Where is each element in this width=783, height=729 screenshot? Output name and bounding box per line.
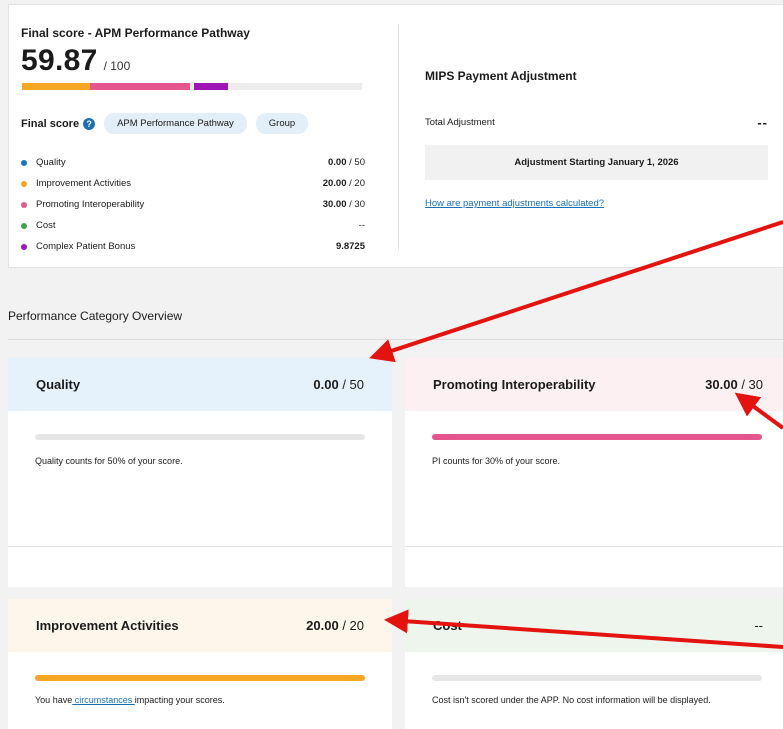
category-name: Promoting Interoperability (36, 199, 145, 210)
score-bar-complex-patient-bonus (194, 83, 228, 90)
quality-progress-bar (35, 434, 365, 440)
pi-card-header: Promoting Interoperability 30.00 / 30 (405, 358, 783, 411)
category-score-list: Quality 0.00 / 50 Improvement Activities… (21, 152, 365, 257)
group-pill: Group (255, 113, 309, 134)
pi-card-score: 30.00 / 30 (705, 377, 763, 392)
cost-card-description: Cost isn't scored under the APP. No cost… (432, 695, 711, 705)
category-score: 20.00 / 20 (322, 178, 365, 189)
pi-card-footer-divider (405, 546, 783, 547)
ia-card-score: 20.00 / 20 (306, 618, 364, 633)
category-row-cost: Cost -- (21, 215, 365, 236)
ia-card-title: Improvement Activities (36, 618, 179, 633)
cost-dot (21, 222, 27, 229)
final-score-line: 59.87 / 100 (21, 44, 130, 78)
pi-card-description: PI counts for 30% of your score. (432, 456, 561, 466)
category-row-improvement-activities: Improvement Activities 20.00 / 20 (21, 173, 365, 194)
final-score-value: 59.87 (21, 44, 98, 77)
mips-title: MIPS Payment Adjustment (425, 69, 577, 83)
final-score-row: Final score ? APM Performance Pathway Gr… (21, 113, 317, 134)
category-name: Quality (36, 157, 66, 168)
category-name: Cost (36, 220, 56, 231)
promoting-interoperability-card[interactable]: Promoting Interoperability 30.00 / 30 PI… (405, 358, 783, 587)
quality-dot (21, 159, 27, 166)
final-score-bar (22, 83, 362, 90)
final-score-max: / 100 (103, 59, 131, 73)
cost-progress-bar (432, 675, 762, 681)
help-icon[interactable]: ? (83, 117, 96, 130)
quality-card-description: Quality counts for 50% of your score. (35, 456, 183, 466)
category-row-complex-patient-bonus: Complex Patient Bonus 9.8725 (21, 236, 365, 257)
cost-card-score: -- (754, 618, 763, 633)
total-adjustment-label: Total Adjustment (425, 117, 495, 128)
quality-card-header: Quality 0.00 / 50 (8, 358, 392, 411)
ia-card-description: You have circumstances impacting your sc… (35, 695, 225, 705)
cost-card-title: Cost (433, 618, 462, 633)
category-row-quality: Quality 0.00 / 50 (21, 152, 365, 173)
category-score: 30.00 / 30 (322, 199, 365, 210)
pi-card-title: Promoting Interoperability (433, 377, 596, 392)
quality-card-footer-divider (8, 546, 392, 547)
ia-progress-fill (35, 675, 365, 681)
improvement-activities-dot (21, 180, 27, 187)
score-bar-improvement-activities (22, 83, 90, 90)
overview-divider (8, 339, 783, 340)
score-bar-promoting-interoperability (90, 83, 190, 90)
category-score: 0.00 / 50 (328, 157, 365, 168)
quality-card[interactable]: Quality 0.00 / 50 Quality counts for 50%… (8, 358, 392, 587)
promoting-interoperability-dot (21, 201, 27, 208)
category-row-promoting-interoperability: Promoting Interoperability 30.00 / 30 (21, 194, 365, 215)
circumstances-link[interactable]: circumstances (72, 695, 135, 705)
improvement-activities-card[interactable]: Improvement Activities 20.00 / 20 You ha… (8, 599, 392, 729)
ia-progress-bar (35, 675, 365, 681)
cost-card[interactable]: Cost -- Cost isn't scored under the APP.… (405, 599, 783, 729)
category-name: Complex Patient Bonus (36, 241, 136, 252)
final-score-title: Final score - APM Performance Pathway (21, 26, 250, 40)
overview-title: Performance Category Overview (8, 309, 183, 323)
category-score: -- (358, 220, 365, 231)
final-score-label: Final score (21, 117, 80, 130)
category-score: 9.8725 (335, 241, 365, 252)
quality-card-score: 0.00 / 50 (313, 377, 364, 392)
ia-card-header: Improvement Activities 20.00 / 20 (8, 599, 392, 652)
total-adjustment-value: -- (757, 115, 768, 130)
payment-adjustment-link[interactable]: How are payment adjustments calculated? (425, 198, 604, 209)
adjustment-start-banner: Adjustment Starting January 1, 2026 (425, 145, 768, 180)
pi-progress-fill (432, 434, 762, 440)
summary-divider (398, 24, 399, 250)
complex-patient-bonus-dot (21, 243, 27, 250)
cost-card-header: Cost -- (405, 599, 783, 652)
pathway-pill: APM Performance Pathway (104, 113, 247, 134)
total-adjustment-row: Total Adjustment -- (425, 115, 768, 130)
pi-progress-bar (432, 434, 762, 440)
category-name: Improvement Activities (36, 178, 132, 189)
quality-card-title: Quality (36, 377, 81, 392)
